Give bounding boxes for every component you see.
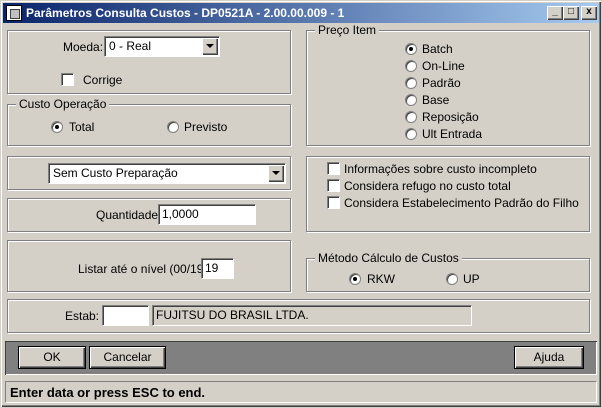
cancelar-button-label: Cancelar bbox=[103, 350, 152, 364]
preco-item-group: Preço Item Batch On-Line Padrão Base Rep… bbox=[306, 23, 590, 146]
moeda-select-value: 0 - Real bbox=[109, 39, 152, 53]
flag-refugo-label: Considera refugo no custo total bbox=[344, 179, 511, 193]
radio-metodo-rkw-label: RKW bbox=[367, 272, 395, 286]
title-bar[interactable]: Parâmetros Consulta Custos - DP0521A - 2… bbox=[3, 3, 599, 23]
flag-estab-padrao-label: Considera Estabelecimento Padrão do Filh… bbox=[344, 196, 579, 210]
window-title: Parâmetros Consulta Custos - DP0521A - 2… bbox=[26, 6, 345, 20]
radio-preco-base[interactable] bbox=[405, 94, 417, 106]
estab-panel: Estab: FUJITSU DO BRASIL LTDA. bbox=[7, 299, 590, 333]
preco-item-legend: Preço Item bbox=[315, 23, 380, 37]
ajuda-button-label: Ajuda bbox=[533, 350, 565, 364]
radio-preco-batch-label: Batch bbox=[422, 42, 453, 56]
radio-preco-padrao-label: Padrão bbox=[422, 76, 461, 90]
button-bar: OK Cancelar Ajuda bbox=[5, 341, 597, 375]
estab-code-input[interactable] bbox=[102, 305, 149, 326]
corrige-checkbox[interactable] bbox=[61, 73, 74, 86]
chevron-down-icon[interactable] bbox=[268, 165, 284, 182]
cancelar-button[interactable]: Cancelar bbox=[89, 346, 166, 369]
radio-preco-online-label: On-Line bbox=[422, 59, 465, 73]
preparacao-select[interactable]: Sem Custo Preparação bbox=[48, 163, 286, 184]
ajuda-button[interactable]: Ajuda bbox=[514, 346, 584, 369]
nivel-input[interactable]: 19 bbox=[201, 258, 234, 279]
radio-custo-total[interactable] bbox=[51, 121, 63, 133]
ok-button-label: OK bbox=[43, 350, 61, 364]
close-button[interactable]: x bbox=[581, 6, 597, 20]
radio-preco-padrao[interactable] bbox=[405, 77, 417, 89]
metodo-legend: Método Cálculo de Custos bbox=[315, 251, 462, 265]
flag-custo-incompleto-checkbox[interactable] bbox=[327, 162, 340, 175]
estab-label: Estab: bbox=[65, 309, 100, 323]
radio-preco-base-label: Base bbox=[422, 93, 450, 107]
radio-preco-ult-entrada-label: Ult Entrada bbox=[422, 127, 483, 141]
quantidade-panel: Quantidade: 1,0000 bbox=[7, 198, 291, 232]
app-icon bbox=[6, 5, 22, 21]
quantidade-input[interactable]: 1,0000 bbox=[158, 204, 256, 225]
flag-estab-padrao-checkbox[interactable] bbox=[327, 196, 340, 209]
corrige-label: Corrige bbox=[83, 73, 123, 87]
custo-operacao-legend: Custo Operação bbox=[16, 97, 110, 111]
radio-preco-batch[interactable] bbox=[405, 43, 417, 55]
nivel-label: Listar até o nível (00/19): bbox=[78, 262, 211, 276]
radio-custo-previsto-label: Previsto bbox=[184, 120, 228, 134]
flag-refugo-checkbox[interactable] bbox=[327, 179, 340, 192]
quantidade-label: Quantidade: bbox=[96, 208, 162, 222]
maximize-button[interactable]: □ bbox=[563, 6, 579, 20]
radio-metodo-up-label: UP bbox=[463, 272, 480, 286]
radio-metodo-up[interactable] bbox=[446, 273, 458, 285]
moeda-select[interactable]: 0 - Real bbox=[104, 36, 220, 57]
radio-preco-reposicao-label: Reposição bbox=[422, 110, 479, 124]
minimize-button[interactable]: _ bbox=[547, 6, 563, 20]
radio-preco-ult-entrada[interactable] bbox=[405, 128, 417, 140]
flags-panel: Informações sobre custo incompleto Consi… bbox=[306, 156, 590, 232]
radio-preco-reposicao[interactable] bbox=[405, 111, 417, 123]
chevron-down-icon[interactable] bbox=[202, 38, 218, 55]
radio-metodo-rkw[interactable] bbox=[349, 273, 361, 285]
metodo-group: Método Cálculo de Custos RKW UP bbox=[306, 251, 590, 292]
estab-name-field: FUJITSU DO BRASIL LTDA. bbox=[152, 305, 472, 326]
moeda-label: Moeda: bbox=[63, 40, 104, 54]
dialog-window: Parâmetros Consulta Custos - DP0521A - 2… bbox=[0, 0, 602, 408]
preparacao-panel: Sem Custo Preparação bbox=[7, 156, 291, 190]
flag-custo-incompleto-label: Informações sobre custo incompleto bbox=[344, 162, 537, 176]
preparacao-select-value: Sem Custo Preparação bbox=[53, 166, 178, 180]
radio-custo-previsto[interactable] bbox=[167, 121, 179, 133]
status-bar: Enter data or press ESC to end. bbox=[5, 381, 597, 403]
moeda-panel: Moeda: 0 - Real Corrige bbox=[7, 30, 291, 94]
nivel-panel: Listar até o nível (00/19): 19 bbox=[7, 240, 291, 292]
custo-operacao-group: Custo Operação Total Previsto bbox=[7, 97, 291, 146]
radio-custo-total-label: Total bbox=[69, 120, 95, 134]
ok-button[interactable]: OK bbox=[18, 346, 86, 369]
radio-preco-online[interactable] bbox=[405, 60, 417, 72]
